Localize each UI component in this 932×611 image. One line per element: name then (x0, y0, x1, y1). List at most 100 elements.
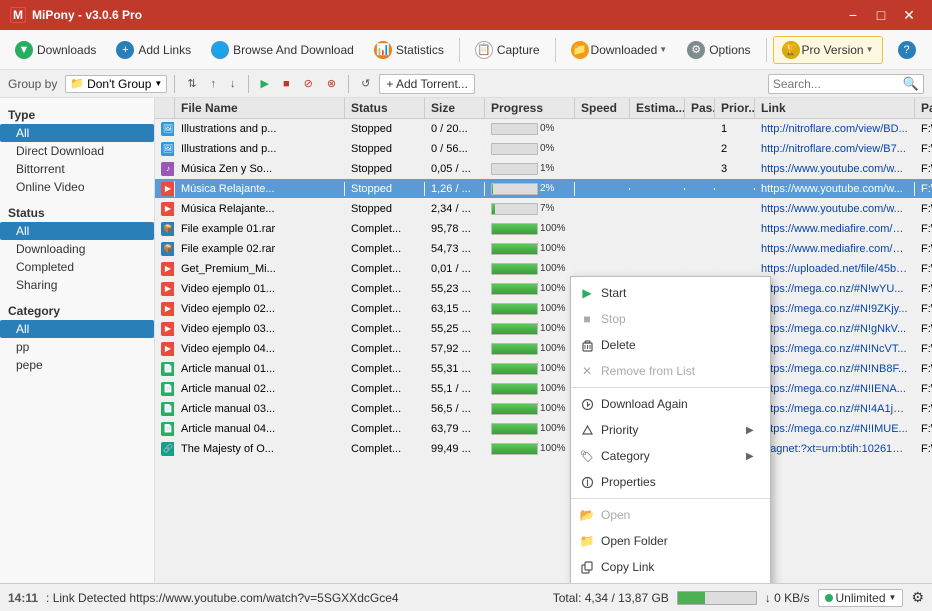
table-row[interactable]: ▶ Video ejemplo 04... Complet... 57,92 .… (155, 339, 932, 359)
row-status: Complet... (345, 402, 425, 416)
ctx-download-again[interactable]: Download Again (571, 391, 770, 417)
row-pass (685, 228, 715, 230)
stop2-button[interactable]: ⊘ (299, 75, 318, 92)
ctx-download-again-label: Download Again (601, 397, 688, 411)
row-status: Complet... (345, 362, 425, 376)
col-header-progress[interactable]: Progress (485, 98, 575, 118)
add-links-button[interactable]: + Add Links (107, 36, 200, 64)
table-row[interactable]: ♪ Música Zen y So... Stopped 0,05 / ... … (155, 159, 932, 179)
row-prior: 2 (715, 142, 755, 156)
table-row[interactable]: 📦 File example 01.rar Complet... 95,78 .… (155, 219, 932, 239)
ctx-stop[interactable]: ■ Stop (571, 306, 770, 332)
sidebar-item-all-cat[interactable]: All (0, 320, 154, 338)
toolbar2-sep2 (248, 75, 249, 93)
table-row[interactable]: ▶ Música Relajante... Stopped 1,26 / ...… (155, 179, 932, 199)
col-header-pass[interactable]: Pas... (685, 98, 715, 118)
sort-desc-button[interactable]: ↓ (225, 76, 241, 92)
table-row[interactable]: 🔗 The Majesty of O... Complet... 99,49 .… (155, 439, 932, 459)
table-row[interactable]: 📄 Article manual 02... Complet... 55,1 /… (155, 379, 932, 399)
table-row[interactable]: ▶ Video ejemplo 02... Complet... 63,15 .… (155, 299, 932, 319)
capture-button[interactable]: 📋 Capture (466, 36, 549, 64)
sidebar-item-direct[interactable]: Direct Download (0, 142, 154, 160)
row-prior (715, 228, 755, 230)
row-status: Stopped (345, 182, 425, 196)
table-row[interactable]: ▶ Get_Premium_Mi... Complet... 0,01 / ..… (155, 259, 932, 279)
col-header-estim[interactable]: Estima... (630, 98, 685, 118)
sidebar-item-all-status[interactable]: All (0, 222, 154, 240)
sidebar-item-pp[interactable]: pp (0, 338, 154, 356)
table-row[interactable]: 📄 Article manual 04... Complet... 63,79 … (155, 419, 932, 439)
sidebar-item-completed[interactable]: Completed (0, 258, 154, 276)
table-row[interactable]: 📄 Article manual 03... Complet... 56,5 /… (155, 399, 932, 419)
table-row[interactable]: 🖼 Illustrations and p... Stopped 0 / 56.… (155, 139, 932, 159)
status-settings-icon[interactable]: ⚙ (911, 589, 924, 606)
row-link: https://mega.co.nz/#N!IMUE... (755, 422, 915, 436)
ctx-copy-link[interactable]: Copy Link (571, 554, 770, 580)
row-status: Complet... (345, 242, 425, 256)
stop-button[interactable]: ■ (278, 76, 295, 92)
table-row[interactable]: 🖼 Illustrations and p... Stopped 0 / 20.… (155, 119, 932, 139)
row-pass (685, 248, 715, 250)
maximize-button[interactable]: □ (868, 5, 894, 25)
downloads-button[interactable]: ▼ Downloads (6, 36, 105, 64)
sidebar-item-online-video[interactable]: Online Video (0, 178, 154, 196)
browse-download-button[interactable]: 🌐 Browse And Download (202, 36, 363, 64)
row-path: F:\Mipony descar... (915, 142, 932, 156)
table-row[interactable]: ▶ Música Relajante... Stopped 2,34 / ...… (155, 199, 932, 219)
add-links-icon: + (116, 41, 134, 59)
table-row[interactable]: ▶ Video ejemplo 03... Complet... 55,25 .… (155, 319, 932, 339)
statistics-button[interactable]: 📊 Statistics (365, 36, 453, 64)
table-row[interactable]: 📄 Article manual 01... Complet... 55,31 … (155, 359, 932, 379)
groupby-select[interactable]: 📁 Don't Group ▼ (65, 75, 167, 93)
play-button[interactable]: ▶ (256, 75, 274, 92)
col-header-status[interactable]: Status (345, 98, 425, 118)
search-input[interactable] (773, 77, 903, 91)
sidebar-item-all-type[interactable]: All (0, 124, 154, 142)
ctx-properties[interactable]: i Properties (571, 469, 770, 495)
status-unlimited-button[interactable]: Unlimited ▼ (818, 589, 904, 607)
close-button[interactable]: ✕ (896, 5, 922, 25)
status-total: Total: 4,34 / 13,87 GB (553, 591, 669, 605)
downloaded-button[interactable]: 📁 Downloaded ▼ (562, 36, 677, 64)
ctx-open[interactable]: 📂 Open (571, 502, 770, 528)
svg-text:M: M (13, 8, 23, 22)
search-icon[interactable]: 🔍 (903, 76, 919, 92)
col-header-speed[interactable]: Speed (575, 98, 630, 118)
ctx-start[interactable]: ▶ Start (571, 280, 770, 306)
ctx-category[interactable]: 🏷 Category ▶ (571, 443, 770, 469)
sidebar-item-pepe[interactable]: pepe (0, 356, 154, 374)
ctx-delete[interactable]: Delete (571, 332, 770, 358)
sidebar-item-bittorrent[interactable]: Bittorrent (0, 160, 154, 178)
stop3-button[interactable]: ⊗ (322, 75, 341, 92)
row-pass (685, 148, 715, 150)
ctx-priority[interactable]: Priority ▶ (571, 417, 770, 443)
col-header-prior[interactable]: Prior... (715, 98, 755, 118)
col-header-name[interactable]: File Name (175, 98, 345, 118)
pro-version-button[interactable]: 🏆 Pro Version ▼ (773, 36, 883, 64)
sort-az-button[interactable]: ⇅ (182, 75, 201, 92)
row-pass (685, 168, 715, 170)
options-button[interactable]: ⚙ Options (678, 36, 759, 64)
table-row[interactable]: ▶ Video ejemplo 01... Complet... 55,23 .… (155, 279, 932, 299)
col-header-size[interactable]: Size (425, 98, 485, 118)
ctx-remove-list[interactable]: ✕ Remove from List (571, 358, 770, 384)
minimize-button[interactable]: − (840, 5, 866, 25)
row-status: Complet... (345, 262, 425, 276)
row-icon-cell: 🔗 (155, 441, 175, 457)
col-header-path[interactable]: Path (915, 98, 932, 118)
row-speed (575, 188, 630, 190)
add-torrent-button[interactable]: + Add Torrent... (379, 74, 475, 94)
sort-asc-button[interactable]: ↑ (206, 76, 222, 92)
ctx-open-folder[interactable]: 📁 Open Folder (571, 528, 770, 554)
row-icon-cell: 📦 (155, 221, 175, 237)
row-progress: 100% (485, 282, 575, 296)
sidebar-item-sharing[interactable]: Sharing (0, 276, 154, 294)
refresh-button[interactable]: ↺ (356, 75, 375, 92)
help-button[interactable]: ? (889, 36, 925, 64)
sidebar-item-downloading[interactable]: Downloading (0, 240, 154, 258)
table-row[interactable]: 📦 File example 02.rar Complet... 54,73 .… (155, 239, 932, 259)
row-prior (715, 248, 755, 250)
col-header-link[interactable]: Link (755, 98, 915, 118)
col-header-icon[interactable] (155, 98, 175, 118)
row-name: Música Relajante... (175, 182, 345, 196)
